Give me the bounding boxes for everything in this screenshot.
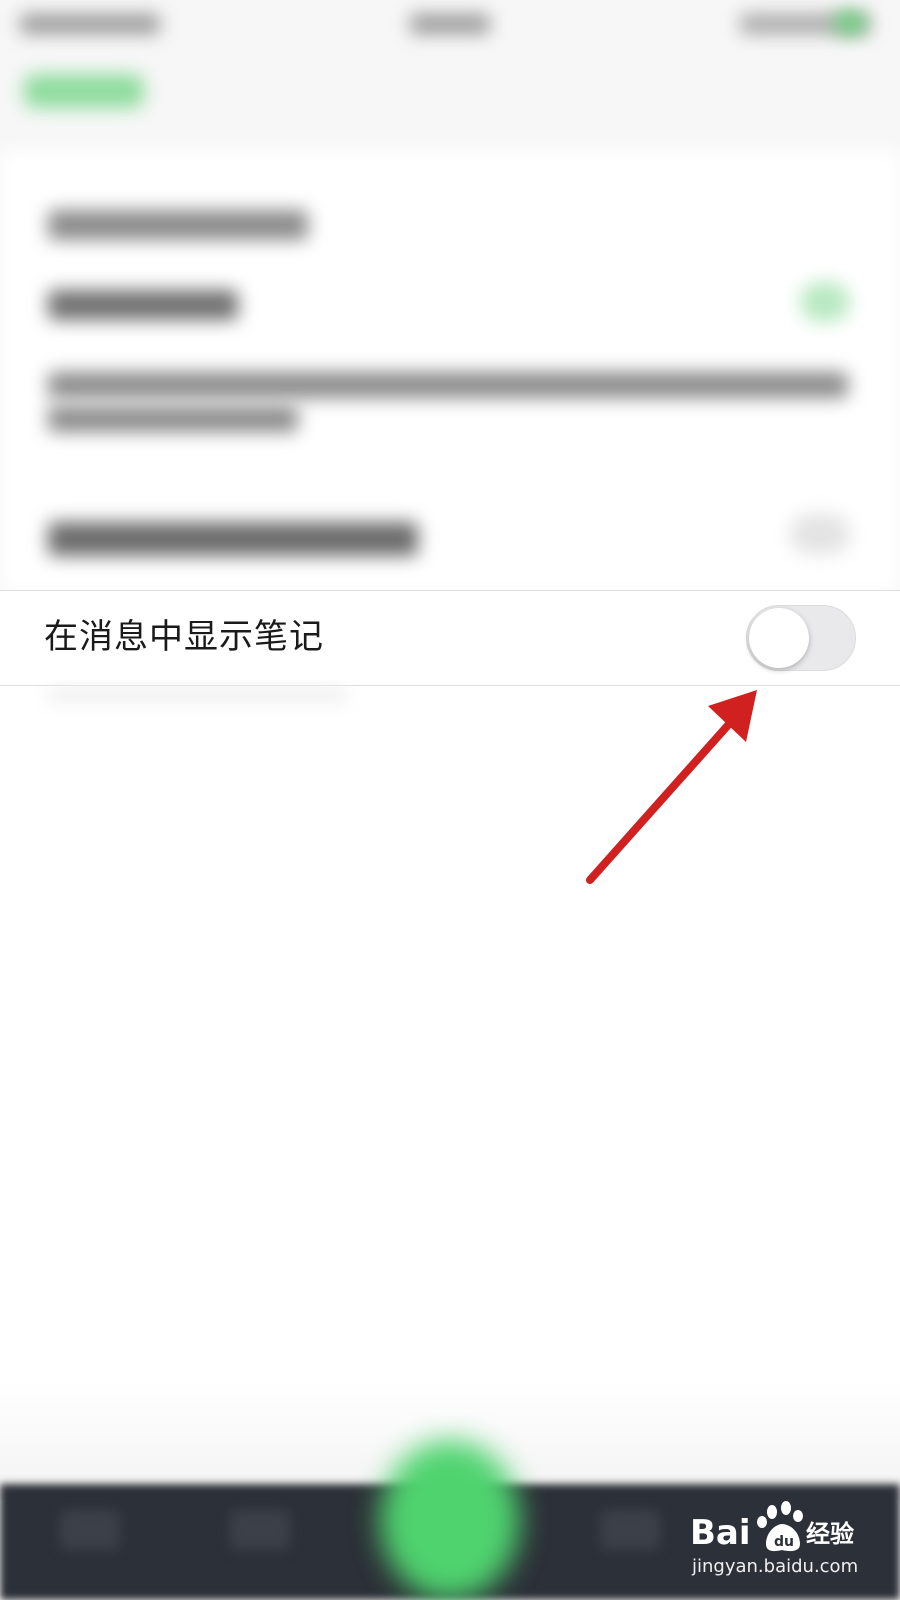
tab-item-2[interactable] xyxy=(230,1510,290,1550)
battery-icon xyxy=(835,12,865,34)
setting-description-blur xyxy=(48,372,848,398)
baidu-jingyan-watermark: Bai du 经验 jingyan.baidu.com xyxy=(690,1498,860,1584)
toggle-knob xyxy=(749,608,809,668)
arrow-shaft xyxy=(586,710,742,884)
baidu-paw-icon: du xyxy=(757,1501,803,1552)
watermark-url: jingyan.baidu.com xyxy=(692,1556,859,1577)
setting-label: 在消息中显示笔记 xyxy=(44,617,324,657)
status-bar-left-blur xyxy=(20,14,160,34)
logo-jingyan: 经验 xyxy=(806,1520,854,1548)
below-row-blur-area xyxy=(0,680,900,720)
setting-toggle-blur-2[interactable] xyxy=(790,514,850,554)
show-notes-in-messages-row[interactable]: 在消息中显示笔记 xyxy=(0,590,900,686)
settings-screen: 在消息中显示笔记 Bai du 经验 jingyan.baidu.com xyxy=(0,0,900,1600)
status-bar-time-blur xyxy=(410,14,490,34)
back-button[interactable] xyxy=(24,74,144,108)
logo-bai: Bai xyxy=(690,1513,751,1553)
setting-description-blur-2 xyxy=(48,406,298,432)
section-header-blur xyxy=(48,210,308,240)
footnote-blur xyxy=(48,688,348,702)
tab-item-3[interactable] xyxy=(600,1510,660,1550)
setting-toggle-blur[interactable] xyxy=(800,282,850,322)
setting-label-blur-2 xyxy=(48,522,418,556)
baidu-logo: Bai du 经验 xyxy=(690,1501,854,1553)
svg-text:du: du xyxy=(774,1534,794,1550)
setting-label-blur xyxy=(48,290,238,320)
compose-button[interactable] xyxy=(380,1440,520,1600)
show-notes-toggle[interactable] xyxy=(746,605,856,671)
tab-item-1[interactable] xyxy=(60,1510,120,1550)
blurred-settings-area xyxy=(0,0,900,592)
